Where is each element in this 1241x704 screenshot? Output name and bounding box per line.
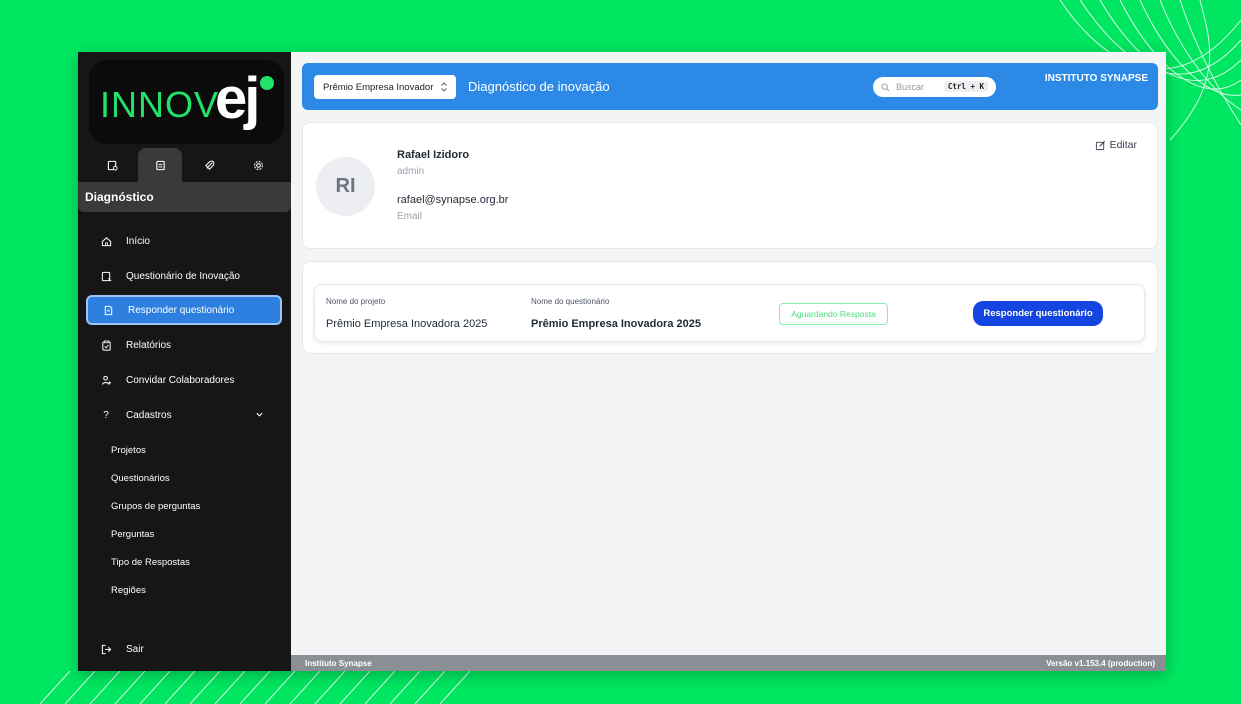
footer-org: Instituto Synapse <box>305 659 372 668</box>
profile-card: RI Rafael Izidoro admin rafael@synapse.o… <box>302 122 1158 249</box>
sidebar-item-label: Convidar Colaboradores <box>126 374 235 386</box>
tab-questionnaire[interactable] <box>138 148 182 182</box>
tab-settings[interactable] <box>236 148 280 182</box>
sidebar-item-questionario-inovacao[interactable]: Questionário de Inovação <box>86 261 282 291</box>
logo-accent: ej <box>215 66 260 131</box>
sidebar-item-inicio[interactable]: Início <box>86 226 282 256</box>
project-name-label: Nome do projeto <box>326 297 386 306</box>
search-placeholder: Buscar <box>896 82 925 92</box>
sidebar-top-tabs <box>78 148 291 182</box>
sidebar-subitem-grupos-perguntas[interactable]: Grupos de perguntas <box>111 501 200 512</box>
sidebar: INNOV ej Diagnóstico Início Questionário… <box>78 52 291 671</box>
project-select-value: Prêmio Empresa Inovador <box>323 81 434 93</box>
sidebar-subitem-tipo-respostas[interactable]: Tipo de Respostas <box>111 557 190 568</box>
chevron-updown-icon <box>441 82 447 92</box>
edit-label: Editar <box>1109 139 1137 151</box>
sidebar-subitem-projetos[interactable]: Projetos <box>111 445 146 456</box>
top-header: Prêmio Empresa Inovador Diagnóstico de i… <box>302 63 1158 110</box>
search-input[interactable]: Buscar Ctrl + K <box>873 77 996 97</box>
document-icon <box>104 305 112 315</box>
user-role: admin <box>397 166 425 177</box>
email-label: Email <box>397 211 423 222</box>
footer-version: Versão v1.153.4 (production) <box>1046 659 1155 668</box>
form-icon <box>101 271 111 281</box>
clipboard-icon <box>155 160 165 170</box>
home-icon <box>101 236 111 246</box>
add-user-icon <box>101 375 111 385</box>
logout-button[interactable]: Sair <box>86 634 282 664</box>
project-select[interactable]: Prêmio Empresa Inovador <box>314 75 456 99</box>
questionnaire-row: Nome do projeto Prêmio Empresa Inovadora… <box>314 284 1145 342</box>
user-email: rafael@synapse.org.br <box>397 194 509 206</box>
sidebar-subitem-perguntas[interactable]: Perguntas <box>111 529 154 540</box>
edit-icon <box>1095 140 1105 150</box>
status-badge: Aguardando Resposta <box>779 303 888 325</box>
logo: INNOV ej <box>89 60 284 144</box>
questionnaire-name-label: Nome do questionário <box>531 297 610 306</box>
sidebar-item-cadastros[interactable]: ? Cadastros <box>86 400 282 430</box>
tab-innovation[interactable] <box>187 148 231 182</box>
logo-text: INNOV <box>100 84 220 125</box>
gear-icon <box>253 160 263 170</box>
questionnaire-name-value: Prêmio Empresa Inovadora 2025 <box>531 318 701 330</box>
project-name-value: Prêmio Empresa Inovadora 2025 <box>326 318 488 330</box>
sidebar-subitem-questionarios[interactable]: Questionários <box>111 473 170 484</box>
edit-button[interactable]: Editar <box>1095 139 1137 151</box>
decorative-lines-bottom-left <box>39 671 470 704</box>
section-title: Diagnóstico <box>78 182 291 212</box>
user-name: Rafael Izidoro <box>397 149 470 161</box>
respond-questionnaire-button[interactable]: Responder questionário <box>973 301 1103 326</box>
page-title: Diagnóstico de inovação <box>468 79 610 94</box>
logout-icon <box>101 644 111 654</box>
questionnaire-card: Nome do projeto Prêmio Empresa Inovadora… <box>302 261 1158 354</box>
sidebar-item-label: Cadastros <box>126 409 172 421</box>
app-window: INNOV ej Diagnóstico Início Questionário… <box>78 52 1166 671</box>
tab-diagnostic[interactable] <box>90 148 134 182</box>
question-icon: ? <box>103 409 109 421</box>
sidebar-item-label: Relatórios <box>126 339 172 351</box>
clipboard-icon <box>101 340 111 351</box>
sidebar-item-relatorios[interactable]: Relatórios <box>86 330 282 360</box>
search-icon <box>881 82 890 91</box>
organization-name: INSTITUTO SYNAPSE <box>1044 73 1148 84</box>
logo-dot <box>260 76 274 90</box>
avatar: RI <box>316 157 375 216</box>
sidebar-item-label: Questionário de Inovação <box>126 270 240 282</box>
footer: Instituto Synapse Versão v1.153.4 (produ… <box>291 655 1166 671</box>
diagnostic-icon <box>107 160 118 171</box>
sidebar-subitem-regioes[interactable]: Regiões <box>111 585 146 596</box>
sidebar-item-convidar-colaboradores[interactable]: Convidar Colaboradores <box>86 365 282 395</box>
sidebar-item-label: Responder questionário <box>128 304 235 316</box>
search-shortcut: Ctrl + K <box>943 81 988 92</box>
logout-label: Sair <box>126 643 144 655</box>
chevron-down-icon <box>256 412 263 417</box>
sidebar-item-label: Início <box>126 235 150 247</box>
rocket-icon <box>204 160 214 170</box>
sidebar-item-responder-questionario[interactable]: Responder questionário <box>86 295 282 325</box>
